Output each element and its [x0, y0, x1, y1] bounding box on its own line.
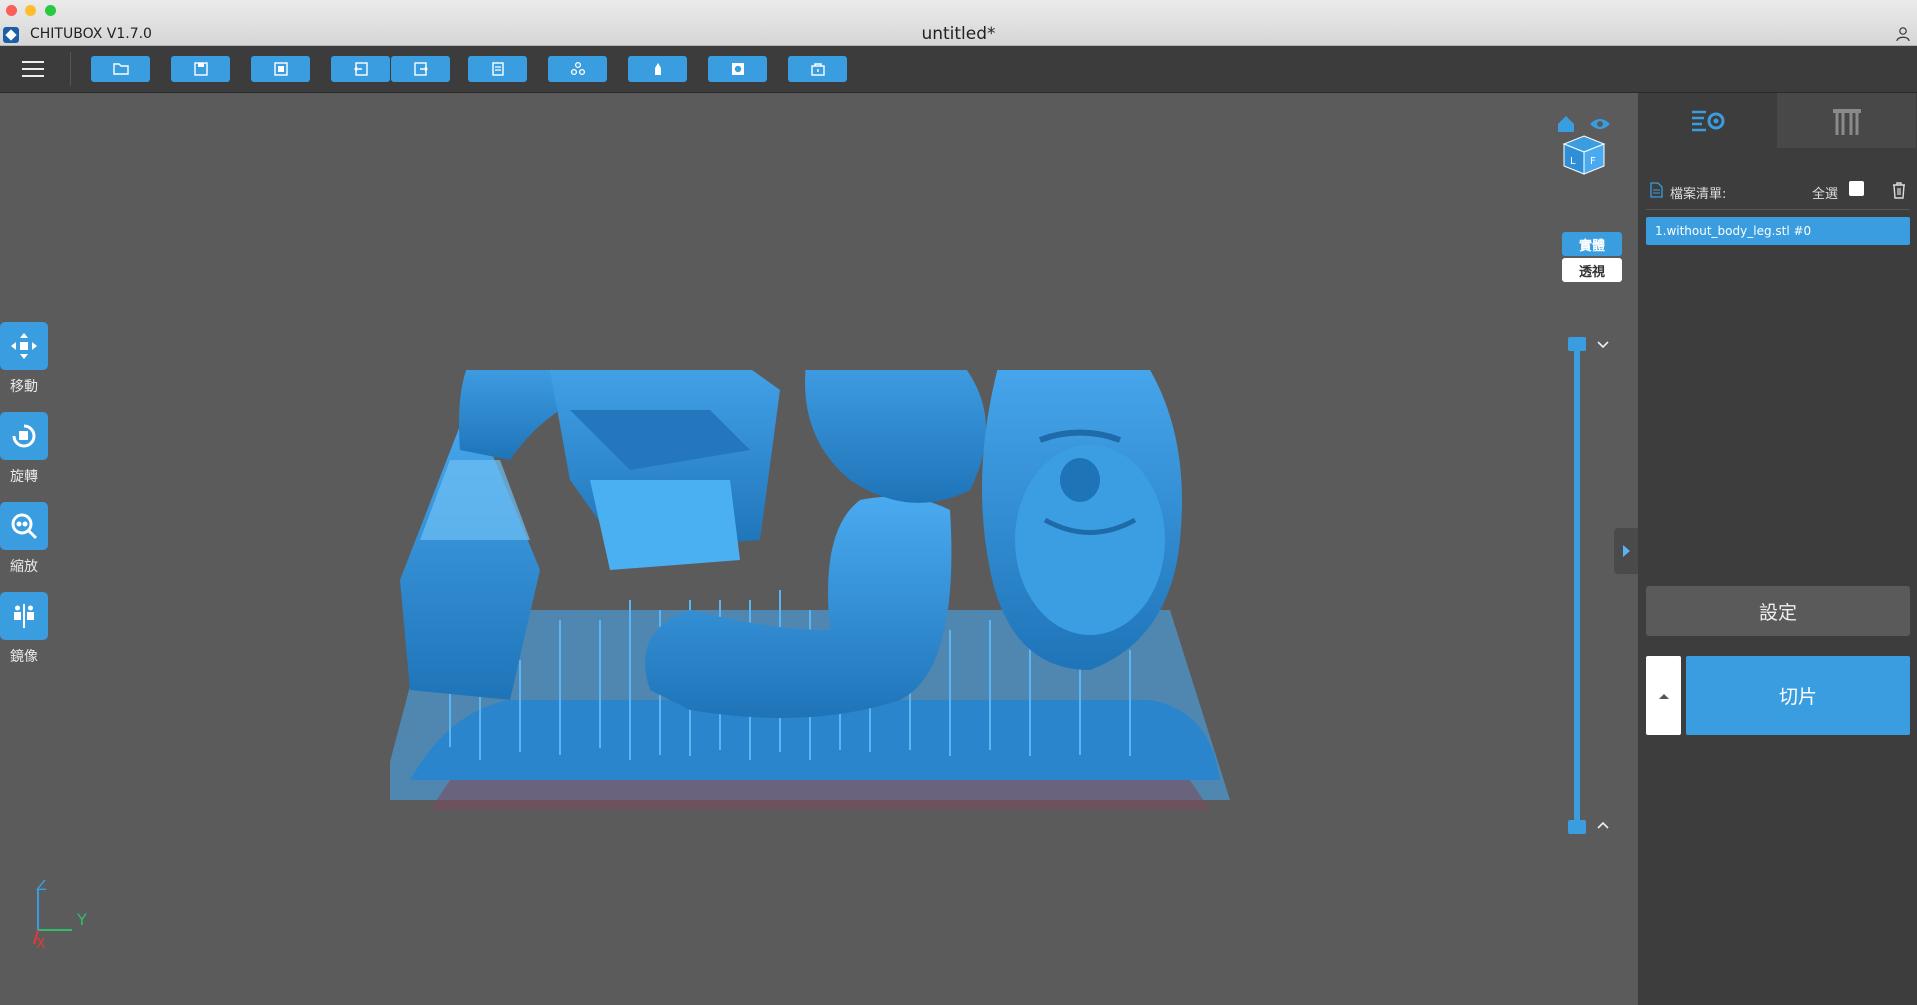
drill-button[interactable] — [788, 56, 847, 82]
open-file-button[interactable] — [91, 56, 150, 82]
file-list-label: 檔案清單: — [1670, 187, 1727, 202]
hollow-icon — [731, 63, 744, 75]
layout-icon — [273, 62, 288, 76]
document-title: untitled* — [921, 24, 996, 44]
copy-icon — [491, 62, 504, 76]
solid-view-button[interactable]: 實體 — [1562, 232, 1622, 256]
select-all-checkbox[interactable] — [1849, 181, 1864, 196]
tab-support-settings[interactable] — [1777, 93, 1916, 148]
axes-indicator: Z Y X — [33, 880, 87, 950]
slice-options-button[interactable] — [1646, 656, 1681, 735]
trash-icon[interactable] — [1891, 181, 1907, 199]
file-list-item[interactable]: 1.without_body_leg.stl #0 — [1646, 217, 1910, 245]
axis-y-label: Y — [76, 910, 87, 929]
main-toolbar — [0, 46, 1917, 93]
rotate-label: 旋轉 — [10, 469, 38, 485]
window-close-button[interactable] — [6, 5, 17, 16]
rotate-tool[interactable]: 旋轉 — [0, 412, 48, 486]
save-button[interactable] — [171, 56, 230, 82]
auto-layout-button[interactable] — [251, 56, 310, 82]
layer-slider-bottom-handle[interactable] — [1568, 820, 1586, 834]
chevron-right-icon — [1623, 545, 1630, 557]
arrange-icon — [570, 61, 585, 76]
folder-icon — [112, 63, 129, 75]
support-pillar-icon — [1832, 108, 1861, 135]
arrange-button[interactable] — [548, 56, 607, 82]
scale-tool[interactable]: 縮放 — [0, 502, 48, 576]
svg-text:F: F — [1590, 156, 1596, 167]
chevron-down-icon[interactable] — [1596, 340, 1610, 350]
chevron-up-icon[interactable] — [1596, 820, 1610, 830]
tab-model-settings[interactable] — [1638, 93, 1777, 148]
redo-button[interactable] — [391, 56, 450, 82]
panel-collapse-tab[interactable] — [1614, 528, 1638, 574]
undo-button[interactable] — [331, 56, 390, 82]
3d-model-render[interactable] — [390, 370, 1250, 840]
support-icon — [654, 63, 661, 75]
file-list-divider — [1646, 209, 1910, 210]
undo-icon — [353, 62, 368, 76]
settings-list-icon — [1691, 110, 1724, 131]
move-icon[interactable] — [0, 322, 48, 370]
caret-up-icon — [1658, 693, 1669, 699]
layer-slider-track[interactable] — [1574, 343, 1580, 827]
save-icon — [193, 62, 208, 76]
layer-slider-top-handle[interactable] — [1568, 337, 1586, 351]
file-icon — [1650, 182, 1663, 198]
right-panel: 檔案清單: 全選 1.without_body_leg.stl #0 設定 切片 — [1638, 93, 1917, 1005]
scale-icon[interactable] — [0, 502, 48, 550]
mirror-tool[interactable]: 鏡像 — [0, 592, 48, 666]
move-tool[interactable]: 移動 — [0, 322, 48, 396]
redo-icon — [413, 62, 428, 76]
svg-text:L: L — [1570, 156, 1576, 167]
user-icon[interactable] — [1895, 26, 1911, 42]
hollow-button[interactable] — [708, 56, 767, 82]
mirror-label: 鏡像 — [10, 649, 38, 665]
window-minimize-button[interactable] — [25, 5, 36, 16]
title-bar: CHITUBOX V1.7.0 untitled* — [0, 0, 1917, 46]
file-list-header: 檔案清單: 全選 — [1650, 181, 1910, 202]
view-cube-icon[interactable]: L F — [1556, 110, 1612, 178]
hamburger-menu-icon[interactable] — [22, 61, 44, 78]
rotate-icon[interactable] — [0, 412, 48, 460]
window-maximize-button[interactable] — [45, 5, 56, 16]
settings-button[interactable]: 設定 — [1646, 586, 1910, 636]
transparent-view-button[interactable]: 透視 — [1562, 258, 1622, 282]
mirror-icon[interactable] — [0, 592, 48, 640]
drill-icon — [810, 63, 825, 76]
axis-x-label: X — [36, 936, 46, 950]
move-label: 移動 — [10, 379, 38, 395]
copy-button[interactable] — [468, 56, 527, 82]
slice-button[interactable]: 切片 — [1686, 656, 1910, 735]
select-all-label: 全選 — [1812, 187, 1839, 202]
axis-z-label: Z — [36, 880, 47, 894]
scale-label: 縮放 — [10, 559, 38, 575]
support-button[interactable] — [628, 56, 687, 82]
toolbar-divider — [70, 52, 71, 86]
